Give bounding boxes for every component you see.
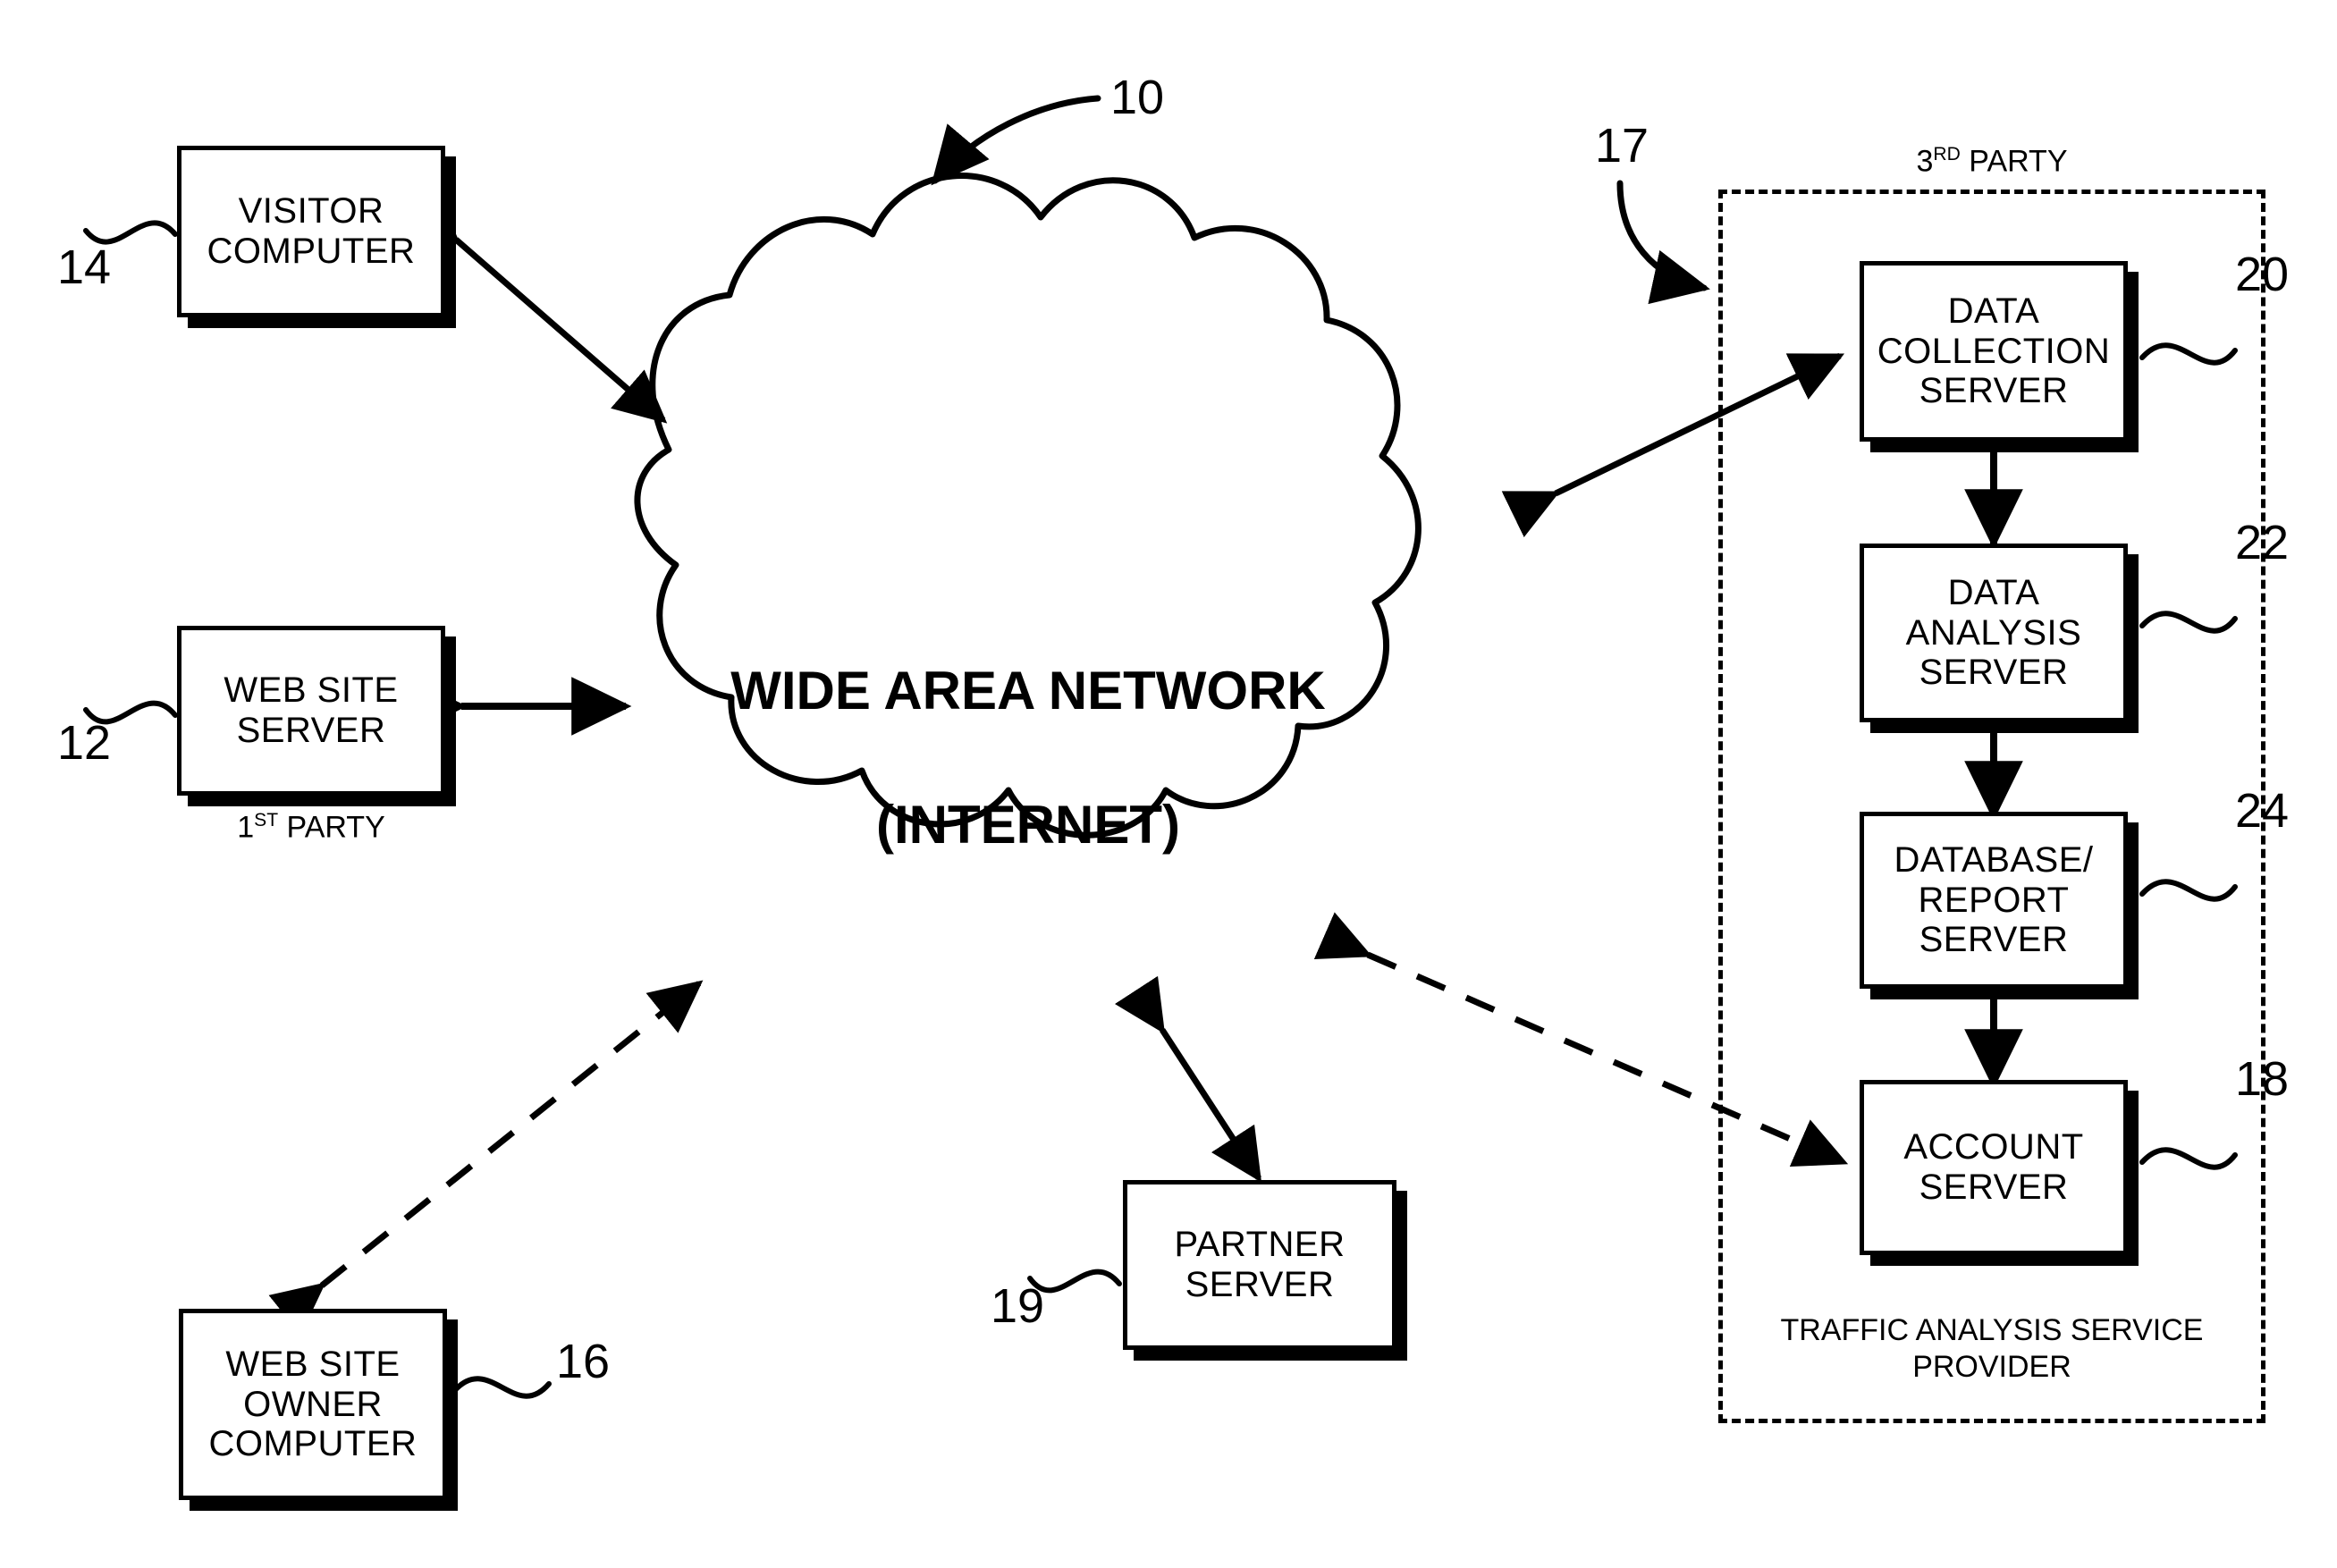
ref-numeral-20: 20	[2235, 248, 2290, 301]
ref-numeral-19: 19	[991, 1279, 1045, 1333]
ref-numeral-16: 16	[556, 1335, 611, 1388]
node-account-server[interactable]: ACCOUNT SERVER	[1860, 1080, 2128, 1255]
ref-numeral-17: 17	[1595, 119, 1649, 173]
node-visitor-computer[interactable]: VISITOR COMPUTER	[177, 146, 445, 317]
third-party-ref-leader-17	[1616, 180, 1710, 305]
caption-third-party-ordinal: RD	[1933, 144, 1961, 164]
link-visitor-to-network	[403, 189, 668, 424]
ref-numeral-10: 10	[1110, 71, 1165, 124]
node-web-site-owner-computer[interactable]: WEB SITE OWNER COMPUTER	[179, 1309, 447, 1500]
node-database-report-server-label: DATABASE/ REPORT SERVER	[1894, 839, 2094, 960]
node-web-site-server-label: WEB SITE SERVER	[224, 670, 399, 750]
caption-first-party-prefix: 1	[237, 810, 255, 845]
node-web-site-server[interactable]: WEB SITE SERVER	[177, 626, 445, 796]
patent-figure: WIDE AREA NETWORK (INTERNET) VISITOR COM…	[0, 0, 2337, 1568]
network-cloud-label-line2: (INTERNET)	[876, 795, 1180, 855]
node-visitor-computer-label: VISITOR COMPUTER	[207, 191, 416, 271]
ref-numeral-22: 22	[2235, 516, 2290, 569]
node-partner-server[interactable]: PARTNER SERVER	[1123, 1180, 1396, 1350]
caption-first-party-ordinal: ST	[254, 810, 279, 830]
caption-third-party-prefix: 3	[1916, 144, 1934, 179]
figure-ref-leader-10	[931, 95, 1101, 186]
node-partner-server-label: PARTNER SERVER	[1174, 1225, 1346, 1304]
network-cloud-label: WIDE AREA NETWORK (INTERNET)	[626, 590, 1430, 925]
ref-numeral-12: 12	[57, 716, 112, 770]
caption-traffic-analysis-service-provider: TRAFFIC ANALYSIS SERVICE PROVIDER	[1780, 1313, 2204, 1384]
node-data-collection-server-label: DATA COLLECTION SERVER	[1877, 291, 2111, 411]
node-data-collection-server[interactable]: DATA COLLECTION SERVER	[1860, 261, 2128, 442]
caption-first-party: 1ST PARTY	[177, 809, 445, 846]
caption-first-party-suffix: PARTY	[278, 810, 385, 845]
ref-leader-16	[451, 1376, 552, 1399]
node-database-report-server[interactable]: DATABASE/ REPORT SERVER	[1860, 812, 2128, 989]
link-network-to-partner-server	[1114, 975, 1262, 1183]
node-data-analysis-server-label: DATA ANALYSIS SERVER	[1905, 572, 2082, 693]
node-web-site-owner-computer-label: WEB SITE OWNER COMPUTER	[208, 1344, 418, 1464]
ref-numeral-24: 24	[2235, 784, 2290, 838]
caption-third-party-suffix: PARTY	[1960, 144, 2068, 179]
link-owner-computer-to-network	[268, 980, 704, 1336]
network-cloud-label-line1: WIDE AREA NETWORK	[730, 661, 1326, 721]
caption-third-party: 3RD PARTY	[1718, 143, 2265, 180]
ref-numeral-14: 14	[57, 240, 112, 294]
ref-numeral-18: 18	[2235, 1052, 2290, 1106]
node-data-analysis-server[interactable]: DATA ANALYSIS SERVER	[1860, 544, 2128, 722]
node-account-server-label: ACCOUNT SERVER	[1903, 1127, 2084, 1207]
